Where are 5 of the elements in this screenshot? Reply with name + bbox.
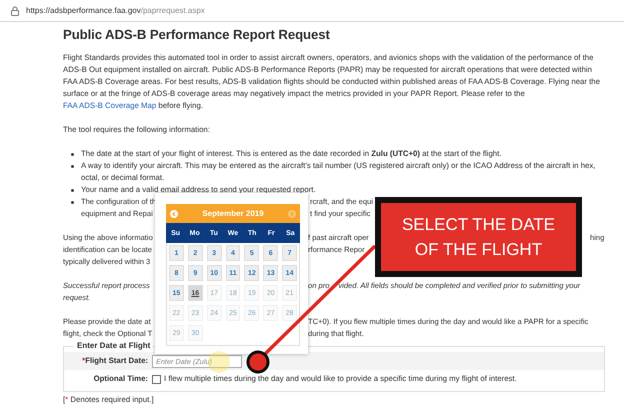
page-title: Public ADS-B Performance Report Request: [63, 28, 331, 42]
month-title: September 2019: [202, 209, 264, 218]
callout-text: SELECT THE DATE OF THE FLIGHT: [381, 203, 576, 271]
section-legend: Enter Date at Flight: [74, 340, 154, 352]
url-text[interactable]: https://adsbperformance.faa.gov/paprrequest.aspx: [26, 6, 205, 15]
